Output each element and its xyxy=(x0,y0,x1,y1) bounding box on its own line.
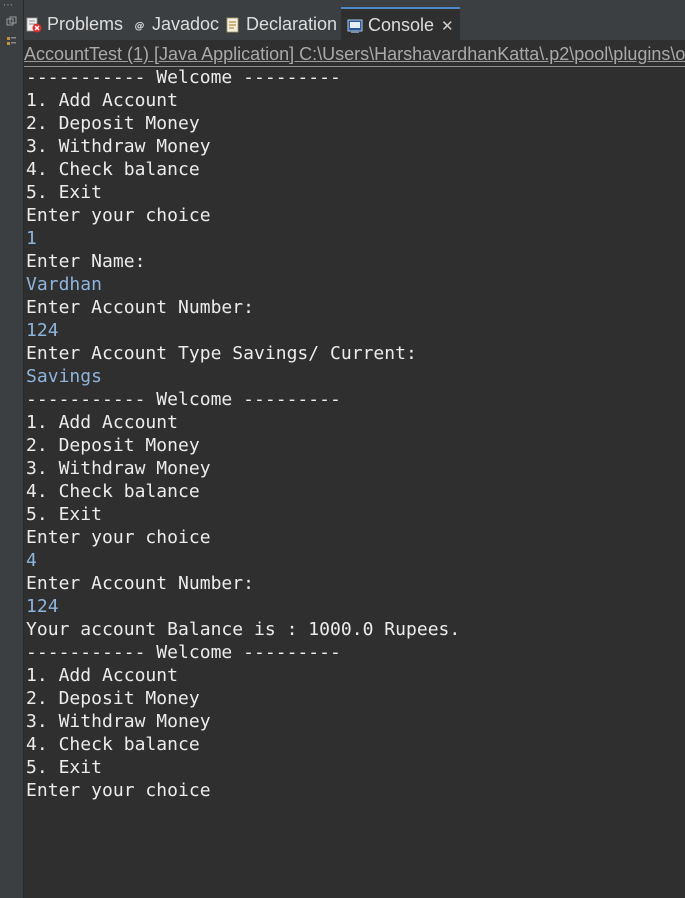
restore-view-icon[interactable] xyxy=(6,16,17,27)
view-tab-bar: Problems @ Javadoc Declaration Console ✕ xyxy=(24,0,685,42)
svg-text:@: @ xyxy=(135,20,145,30)
tab-label-declaration: Declaration xyxy=(246,14,338,34)
launch-description: AccountTest (1) [Java Application] C:\Us… xyxy=(24,44,685,64)
console-output-line: Enter your choice xyxy=(26,205,211,226)
console-output-line: 1. Add Account xyxy=(26,412,178,433)
left-trim-strip: ⋯ xyxy=(0,0,24,898)
console-output-line: 3. Withdraw Money xyxy=(26,458,211,479)
tab-label-problems: Problems xyxy=(47,14,124,34)
console-output-line: Enter your choice xyxy=(26,527,211,548)
tab-console[interactable]: Console ✕ xyxy=(341,7,460,42)
console-output-line: 4. Check balance xyxy=(26,159,200,180)
console-output-line: 2. Deposit Money xyxy=(26,113,200,134)
console-input-line: Vardhan xyxy=(26,274,102,295)
console-output[interactable]: ----------- Welcome --------- 1. Add Acco… xyxy=(26,67,681,803)
console-output-line: 1. Add Account xyxy=(26,90,178,111)
javadoc-icon: @ xyxy=(135,20,145,30)
tab-declaration[interactable]: Declaration xyxy=(225,9,337,40)
tab-javadoc[interactable]: @ Javadoc xyxy=(134,9,219,40)
console-input-line: 124 xyxy=(26,320,59,341)
console-output-line: 1. Add Account xyxy=(26,665,178,686)
console-output-line: 2. Deposit Money xyxy=(26,435,200,456)
console-output-line: 3. Withdraw Money xyxy=(26,711,211,732)
console-icon xyxy=(347,19,363,33)
console-input-line: 124 xyxy=(26,596,59,617)
console-output-line: 5. Exit xyxy=(26,504,102,525)
close-icon[interactable]: ✕ xyxy=(441,17,454,35)
tab-problems[interactable]: Problems xyxy=(26,9,123,40)
console-output-line: ----------- Welcome --------- xyxy=(26,389,341,410)
console-output-line: 3. Withdraw Money xyxy=(26,136,211,157)
console-output-line: 4. Check balance xyxy=(26,481,200,502)
console-output-line: 5. Exit xyxy=(26,757,102,778)
eclipse-console-view: { "tabs": [ {"label": "Problems", "icon"… xyxy=(0,0,685,898)
console-input-line: Savings xyxy=(26,366,102,387)
outline-view-icon[interactable] xyxy=(6,36,17,47)
console-input-line: 4 xyxy=(26,550,37,571)
problems-icon xyxy=(26,17,42,32)
console-output-line: 5. Exit xyxy=(26,182,102,203)
console-output-line: ----------- Welcome --------- xyxy=(26,642,341,663)
console-output-line: ----------- Welcome --------- xyxy=(26,67,341,88)
tab-label-console: Console xyxy=(368,15,435,35)
console-output-line: Enter Account Number: xyxy=(26,573,254,594)
console-output-line: Enter Name: xyxy=(26,251,146,272)
tab-label-javadoc: Javadoc xyxy=(152,14,220,34)
console-output-line: 2. Deposit Money xyxy=(26,688,200,709)
console-output-line: 4. Check balance xyxy=(26,734,200,755)
drag-handle-icon[interactable]: ⋯ xyxy=(3,1,19,11)
console-output-line: Enter Account Type Savings/ Current: xyxy=(26,343,417,364)
console-output-line: Enter Account Number: xyxy=(26,297,254,318)
console-input-line: 1 xyxy=(26,228,37,249)
console-output-line: Your account Balance is : 1000.0 Rupees. xyxy=(26,619,461,640)
console-output-line: Enter your choice xyxy=(26,780,211,801)
declaration-icon xyxy=(226,17,239,32)
